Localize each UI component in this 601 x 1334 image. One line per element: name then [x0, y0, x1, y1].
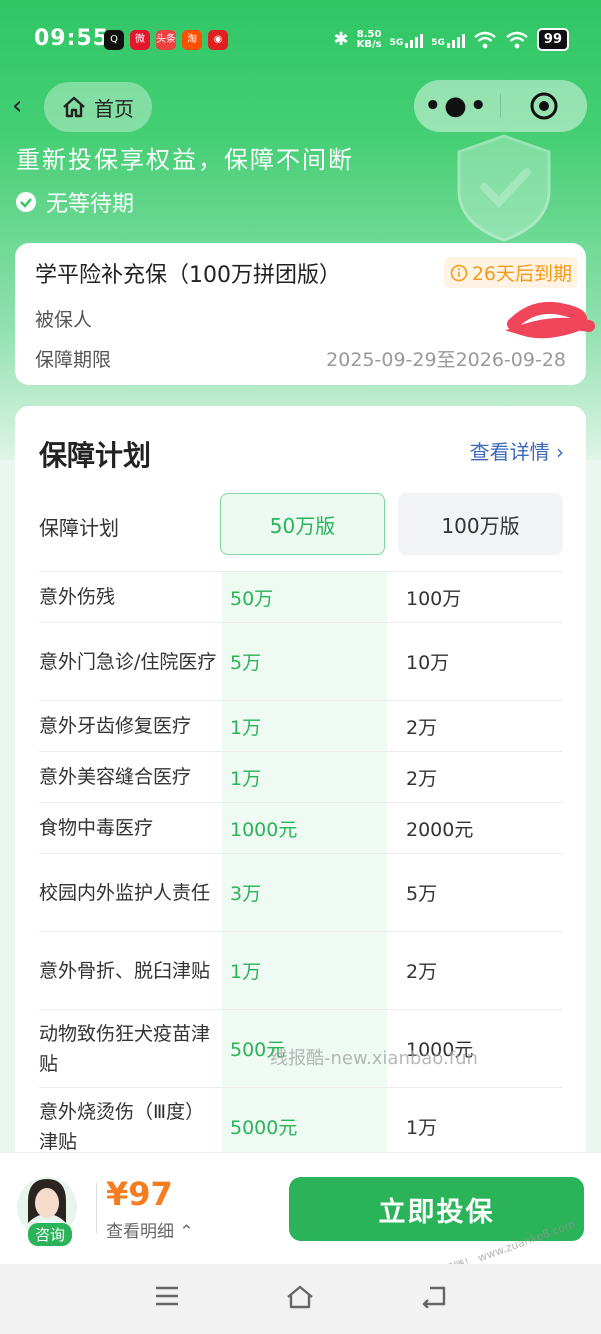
coverage-item: 食物中毒医疗 — [39, 817, 154, 839]
redaction-scribble — [505, 301, 595, 339]
watermark: 线报酷-new.xianbao.fun — [270, 1048, 478, 1069]
system-nav-bar — [0, 1264, 601, 1334]
status-bar: 09:55 Q 微头条淘 ◉ ✱ 8.50 KB/s 5G 5G 99 — [0, 0, 601, 80]
mini-program-capsule: •●• — [414, 80, 587, 132]
coverage-item: 意外伤残 — [39, 586, 116, 608]
coverage-item: 意外门急诊/住院医疗 — [39, 650, 217, 673]
coverage-item: 动物致伤狂犬疫苗津贴 — [39, 1022, 211, 1075]
coverage-table: 意外伤残 50万 100万 意外门急诊/住院医疗 5万 10万 意外牙齿修复医疗 1万 2万 意外… — [39, 571, 563, 1165]
notification-icons: Q 微头条淘 ◉ — [104, 30, 228, 50]
value-100w: 2万 — [406, 961, 438, 983]
value-50w: 1万 — [230, 961, 262, 983]
plan-title: 保障计划 — [39, 439, 152, 472]
value-100w: 2000元 — [406, 818, 474, 841]
value-100w: 10万 — [406, 652, 450, 674]
app-icon: ◉ — [208, 30, 228, 50]
no-wait-feature: 无等待期 — [16, 186, 134, 218]
net-speed: 8.50 KB/s — [356, 28, 382, 50]
value-50w: 1万 — [230, 767, 262, 790]
price-detail-toggle[interactable]: 查看明细 ⌃ — [106, 1217, 194, 1242]
value-100w: 100万 — [406, 587, 462, 610]
period-label: 保障期限 — [35, 349, 112, 371]
value-100w: 2万 — [406, 767, 438, 790]
back-nav-icon[interactable] — [420, 1284, 448, 1308]
coverage-item: 意外骨折、脱臼津贴 — [39, 959, 211, 982]
table-row: 食物中毒医疗 1000元 2000元 — [39, 802, 563, 853]
signal-1-icon: 5G — [390, 32, 424, 48]
menu-icon[interactable] — [154, 1284, 180, 1308]
no-wait-label: 无等待期 — [46, 192, 135, 217]
shield-illustration — [457, 134, 551, 242]
taobao-icon: 淘 — [182, 30, 202, 50]
signal-2-icon: 5G — [431, 32, 465, 48]
home-button[interactable]: 首页 — [44, 82, 152, 132]
table-row: 意外伤残 50万 100万 — [39, 571, 563, 622]
price: ¥97 — [106, 1175, 173, 1213]
value-50w: 1000元 — [230, 818, 298, 841]
coverage-item: 意外美容缝合医疗 — [39, 766, 192, 788]
home-icon — [63, 96, 85, 118]
close-target-icon[interactable] — [501, 90, 587, 122]
wifi-icon — [474, 31, 496, 48]
policy-card[interactable]: 学平险补充保（100万拼团版） 26天后到期 被保人 保障期限 2025-09-… — [15, 243, 586, 385]
table-row: 意外美容缝合医疗 1万 2万 — [39, 751, 563, 802]
value-100w: 1万 — [406, 1117, 438, 1139]
home-nav-icon[interactable] — [285, 1284, 315, 1310]
policy-name: 学平险补充保（100万拼团版） — [35, 263, 341, 288]
option-50w[interactable]: 50万版 — [220, 493, 385, 555]
more-icon[interactable]: •●• — [414, 93, 500, 119]
toutiao-icon: 头条 — [156, 30, 176, 50]
system-indicators: ✱ 8.50 KB/s 5G 5G 99 — [334, 28, 569, 51]
insured-label: 被保人 — [35, 309, 93, 331]
table-row: 意外骨折、脱臼津贴 1万 2万 — [39, 931, 563, 1009]
table-row: 校园内外监护人责任 3万 5万 — [39, 853, 563, 931]
nav-bar: ‹ 首页 •●• — [0, 80, 601, 134]
value-50w: 3万 — [230, 883, 262, 905]
option-100w[interactable]: 100万版 — [398, 493, 563, 555]
chevron-up-circle-icon: ⌃ — [179, 1222, 194, 1242]
coverage-item: 校园内外监护人责任 — [39, 881, 211, 904]
clock: 09:55 — [34, 26, 110, 51]
value-50w: 5万 — [230, 652, 262, 674]
value-50w: 1万 — [230, 716, 262, 739]
home-label: 首页 — [94, 96, 134, 121]
back-icon[interactable]: ‹ — [12, 92, 36, 120]
value-50w: 5000元 — [230, 1117, 298, 1139]
table-row: 意外牙齿修复医疗 1万 2万 — [39, 700, 563, 751]
coverage-item: 意外烧烫伤（Ⅲ度）津贴 — [39, 1100, 205, 1153]
value-100w: 5万 — [406, 883, 438, 905]
chevron-right-icon: › — [556, 440, 564, 464]
expire-badge: 26天后到期 — [443, 257, 578, 288]
weibo-icon: 微 — [130, 30, 150, 50]
info-icon — [450, 264, 468, 281]
consult-button[interactable]: 咨询 — [28, 1223, 73, 1246]
plan-label: 保障计划 — [39, 516, 119, 540]
coverage-item: 意外牙齿修复医疗 — [39, 715, 192, 737]
check-circle-icon — [16, 192, 36, 212]
period-value: 2025-09-29至2026-09-28 — [326, 349, 566, 371]
expire-text: 26天后到期 — [471, 263, 572, 285]
view-details-link[interactable]: 查看详情 › — [470, 436, 564, 465]
qq-icon: Q — [104, 30, 124, 50]
table-row: 意外门急诊/住院医疗 5万 10万 — [39, 622, 563, 700]
value-100w: 2万 — [406, 716, 438, 739]
divider — [96, 1183, 97, 1233]
value-50w: 50万 — [230, 587, 274, 610]
battery-icon: 99 — [536, 28, 569, 51]
bluetooth-icon: ✱ — [333, 29, 349, 50]
wifi-icon — [506, 31, 528, 48]
